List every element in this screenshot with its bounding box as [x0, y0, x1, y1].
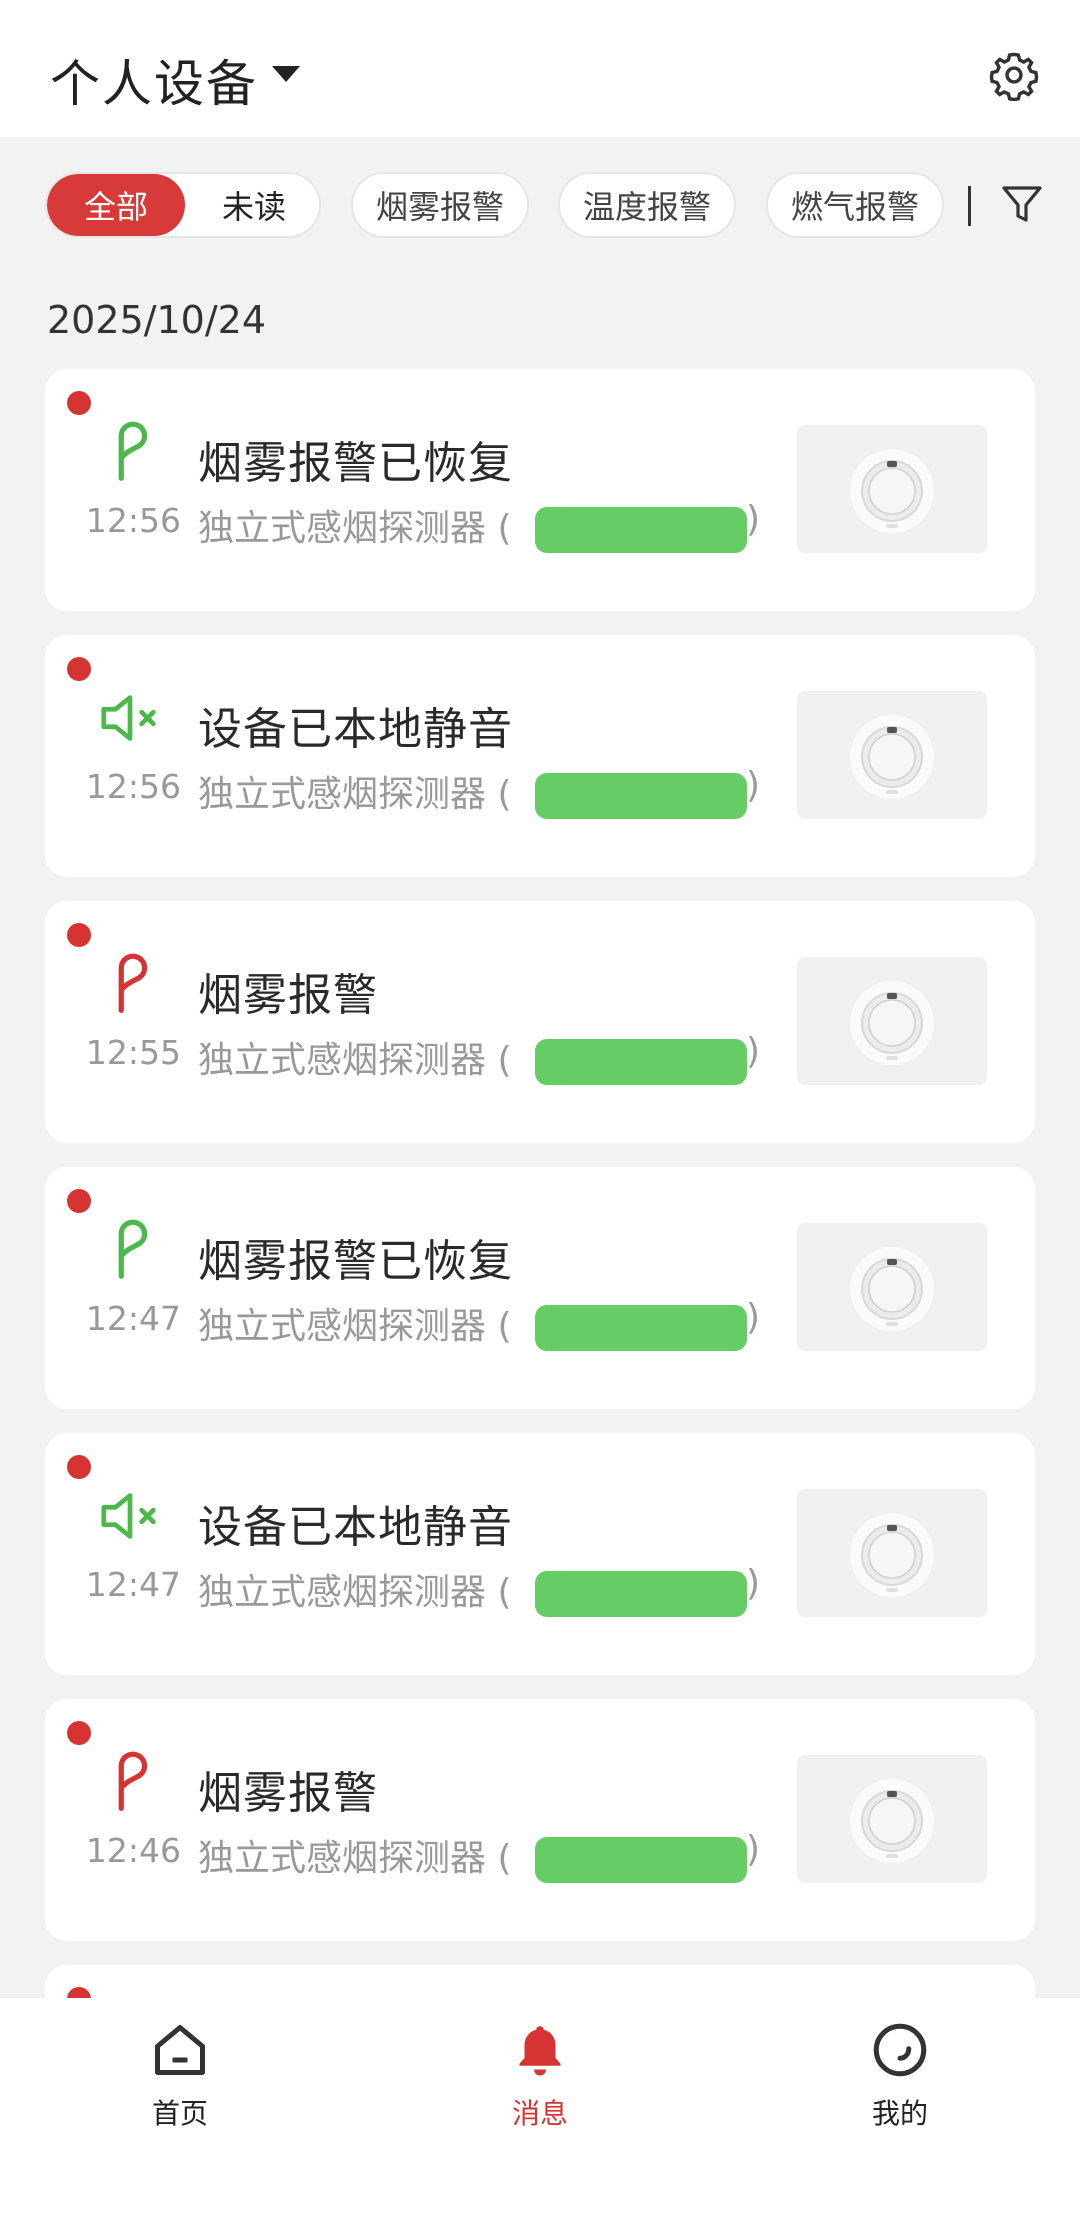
segment-unread[interactable]: 未读 — [185, 174, 319, 236]
message-time: 12:47 — [85, 1565, 181, 1604]
gear-icon[interactable] — [988, 49, 1040, 101]
date-header: 2025/10/24 — [47, 298, 267, 342]
bottom-tab-bar: 首页 消息 我的 — [0, 1998, 1080, 2227]
message-card[interactable]: 烟雾报警 12:46 独立式感烟探测器 () — [45, 1699, 1035, 1941]
redacted-device-id — [535, 1039, 747, 1085]
message-title: 设备已本地静音 — [198, 1502, 513, 1553]
device-thumbnail — [797, 957, 987, 1085]
message-time: 12:55 — [85, 1033, 181, 1072]
message-title: 烟雾报警 — [198, 970, 378, 1021]
read-filter-segment: 全部 未读 — [45, 172, 321, 238]
smoke-restored-icon — [95, 1215, 165, 1285]
message-title: 烟雾报警 — [198, 1768, 378, 1819]
home-icon — [155, 2025, 205, 2075]
smoke-detector-image — [850, 449, 934, 533]
smoke-detector-image — [850, 715, 934, 799]
divider — [968, 186, 971, 226]
filter-bar: 全部 未读 烟雾报警 温度报警 燃气报警 — [0, 170, 1080, 242]
speaker-mute-icon — [95, 683, 165, 753]
tab-mine-label: 我的 — [871, 2097, 928, 2130]
device-name-close: ) — [746, 1031, 761, 1072]
bell-icon — [519, 2026, 561, 2076]
device-name: 独立式感烟探测器 ( — [198, 774, 512, 815]
unread-dot — [67, 1721, 91, 1745]
dropdown-caret-icon[interactable] — [272, 66, 300, 82]
device-thumbnail — [797, 1489, 987, 1617]
message-time: 12:47 — [85, 1299, 181, 1338]
message-time: 12:56 — [85, 501, 181, 540]
speaker-mute-icon — [95, 1481, 165, 1551]
device-name-close: ) — [746, 1829, 761, 1870]
tab-mine[interactable]: 我的 — [810, 2020, 990, 2140]
redacted-device-id — [535, 773, 747, 819]
app-header: 个人设备 — [0, 0, 1080, 137]
smoke-restored-icon — [95, 417, 165, 487]
device-thumbnail — [797, 691, 987, 819]
message-card[interactable]: 烟雾报警已恢复 12:47 独立式感烟探测器 () — [45, 1167, 1035, 1409]
device-name-close: ) — [746, 1563, 761, 1604]
chip-temperature-alarm[interactable]: 温度报警 — [558, 172, 736, 238]
smoke-alarm-icon — [95, 1747, 165, 1817]
tab-messages[interactable]: 消息 — [450, 2020, 630, 2140]
device-name: 独立式感烟探测器 ( — [198, 508, 512, 549]
tab-home[interactable]: 首页 — [90, 2020, 270, 2140]
message-card[interactable]: 烟雾报警已恢复 12:56 独立式感烟探测器 () — [45, 369, 1035, 611]
device-group-title[interactable]: 个人设备 — [50, 44, 258, 116]
smile-icon — [873, 2023, 927, 2077]
device-name-close: ) — [746, 499, 761, 540]
redacted-device-id — [535, 507, 747, 553]
device-thumbnail — [797, 1755, 987, 1883]
smoke-detector-image — [850, 1513, 934, 1597]
message-card[interactable]: 设备已本地静音 12:56 独立式感烟探测器 () — [45, 635, 1035, 877]
tab-messages-label: 消息 — [511, 2097, 568, 2130]
unread-dot — [67, 1189, 91, 1213]
device-name-close: ) — [746, 765, 761, 806]
message-time: 12:46 — [85, 1831, 181, 1870]
unread-dot — [67, 657, 91, 681]
redacted-device-id — [535, 1571, 747, 1617]
device-name: 独立式感烟探测器 ( — [198, 1040, 512, 1081]
unread-dot — [67, 923, 91, 947]
device-name-close: ) — [746, 1297, 761, 1338]
unread-dot — [67, 1455, 91, 1479]
chip-gas-alarm[interactable]: 燃气报警 — [766, 172, 944, 238]
smoke-detector-image — [850, 1779, 934, 1863]
smoke-alarm-icon — [95, 949, 165, 1019]
redacted-device-id — [535, 1305, 747, 1351]
message-time: 12:56 — [85, 767, 181, 806]
message-title: 烟雾报警已恢复 — [198, 1236, 513, 1287]
device-thumbnail — [797, 425, 987, 553]
smoke-detector-image — [850, 1247, 934, 1331]
chip-smoke-alarm[interactable]: 烟雾报警 — [351, 172, 529, 238]
message-card[interactable]: 烟雾报警 12:55 独立式感烟探测器 () — [45, 901, 1035, 1143]
segment-all[interactable]: 全部 — [47, 174, 185, 236]
message-title: 设备已本地静音 — [198, 704, 513, 755]
unread-dot — [67, 391, 91, 415]
device-name: 独立式感烟探测器 ( — [198, 1838, 512, 1879]
smoke-detector-image — [850, 981, 934, 1065]
tab-home-label: 首页 — [151, 2097, 208, 2130]
filter-icon[interactable] — [998, 180, 1046, 228]
device-thumbnail — [797, 1223, 987, 1351]
device-name: 独立式感烟探测器 ( — [198, 1572, 512, 1613]
device-name: 独立式感烟探测器 ( — [198, 1306, 512, 1347]
message-title: 烟雾报警已恢复 — [198, 438, 513, 489]
redacted-device-id — [535, 1837, 747, 1883]
message-card[interactable]: 设备已本地静音 12:47 独立式感烟探测器 () — [45, 1433, 1035, 1675]
